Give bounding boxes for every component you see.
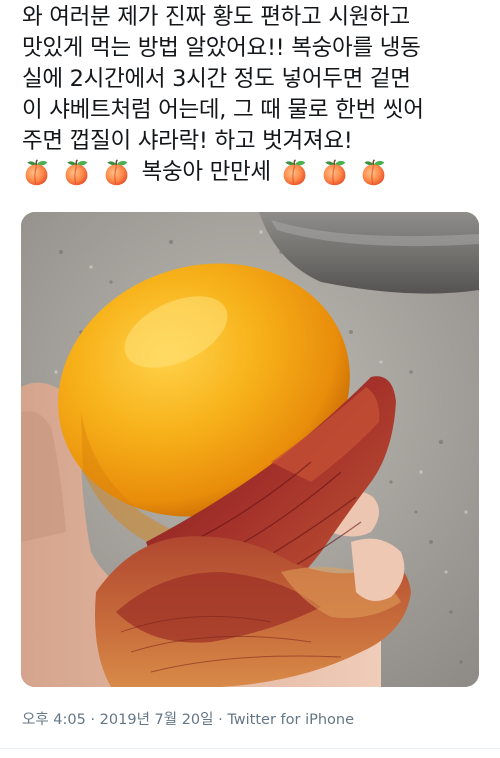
tweet-emoji-line: 복숭아 만만세 [22,157,492,188]
peach-emoji-icon [62,158,91,187]
peach-emoji-icon [280,158,309,187]
tweet: 와 여러분 제가 진짜 황도 편하고 시원하고 맛있게 먹는 방법 알았어요!!… [0,0,500,758]
tweet-source-link[interactable]: Twitter for iPhone [227,712,354,728]
tweet-timestamp[interactable]: 오후 4:05 · 2019년 7월 20일 · [22,712,227,728]
tweet-text: 와 여러분 제가 진짜 황도 편하고 시원하고 맛있게 먹는 방법 알았어요!!… [22,2,492,188]
tweet-meta: 오후 4:05 · 2019년 7월 20일 · Twitter for iPh… [22,708,354,729]
peach-emoji-icon [102,158,131,187]
peach-emoji-icon [320,158,349,187]
peach-emoji-icon [22,158,51,187]
tweet-text-line: 주면 껍질이 샤라락! 하고 벗겨져요! [22,128,353,154]
peeled-peach-image [21,212,479,687]
tweet-text-line: 이 샤베트처럼 어는데, 그 때 물로 한번 씻어 [22,97,424,123]
tweet-text-line: 실에 2시간에서 3시간 정도 넣어두면 겉면 [22,66,411,92]
divider [0,748,500,749]
tweet-text-line: 와 여러분 제가 진짜 황도 편하고 시원하고 [22,4,410,30]
peach-emoji-icon [359,158,388,187]
tweet-emoji-text: 복숭아 만만세 [141,159,272,185]
tweet-photo[interactable] [21,212,479,687]
tweet-text-line: 맛있게 먹는 방법 알았어요!! 복숭아를 냉동 [22,35,421,61]
